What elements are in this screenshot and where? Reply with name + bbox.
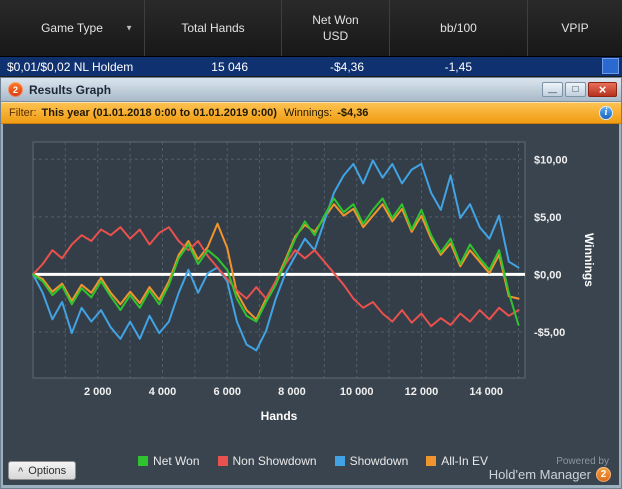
chart-area: $10,00 $5,00 $0,00 -$5,00 2 000 4 000 6 000 8 0…: [3, 124, 619, 485]
legend-label: All-In EV: [441, 454, 488, 468]
brand-badge-label: 2: [600, 469, 607, 480]
brand-line: Hold'em Manager 2: [489, 467, 611, 482]
cell-game-type: $0,01/$0,02 NL Holdem: [7, 59, 134, 74]
column-header-bb100[interactable]: bb/100: [390, 0, 528, 56]
legend-label: Non Showdown: [232, 454, 317, 468]
svg-text:$5,00: $5,00: [534, 212, 562, 224]
svg-text:6 000: 6 000: [213, 386, 241, 398]
svg-text:2 000: 2 000: [84, 386, 112, 398]
column-header-vpip[interactable]: VPIP: [528, 0, 622, 56]
table-row[interactable]: $0,01/$0,02 NL Holdem 15 046 -$4,36 -1,4…: [0, 57, 622, 76]
window-controls: — □ ×: [542, 82, 617, 97]
column-label: Net Won USD: [312, 12, 358, 44]
maximize-icon: □: [572, 83, 579, 95]
svg-text:14 000: 14 000: [469, 386, 503, 398]
legend-item[interactable]: Showdown: [334, 454, 409, 468]
svg-text:8 000: 8 000: [278, 386, 306, 398]
winnings-graph: $10,00 $5,00 $0,00 -$5,00 2 000 4 000 6 000 8 0…: [32, 141, 596, 423]
close-icon: ×: [598, 82, 607, 97]
cell-total-hands: 15 046: [211, 59, 248, 74]
legend-label: Net Won: [153, 454, 200, 468]
options-button[interactable]: ^ Options: [8, 461, 77, 480]
scrollbar-thumb[interactable]: [602, 58, 619, 74]
column-label: Game Type: [41, 21, 103, 35]
column-label: bb/100: [440, 21, 477, 35]
caret-up-icon: ^: [18, 465, 24, 476]
legend-item[interactable]: Non Showdown: [217, 454, 317, 468]
minimize-button[interactable]: —: [542, 82, 563, 97]
legend-swatch-net-won: [138, 456, 149, 466]
column-header-total-hands[interactable]: Total Hands: [145, 0, 282, 56]
winnings-label: Winnings:: [283, 106, 333, 119]
svg-text:Hands: Hands: [261, 409, 298, 423]
hm2-app-icon: 2: [8, 82, 23, 97]
info-icon-glyph: i: [604, 107, 608, 118]
legend-item[interactable]: Net Won: [138, 454, 200, 468]
filter-range-text: This year (01.01.2018 0:00 to 01.01.2019…: [41, 106, 277, 119]
svg-text:10 000: 10 000: [340, 386, 374, 398]
close-button[interactable]: ×: [588, 82, 617, 97]
options-label: Options: [28, 464, 67, 477]
info-icon[interactable]: i: [599, 105, 613, 120]
report-column-headers: Game Type ▼ Total Hands Net Won USD bb/1…: [0, 0, 622, 57]
legend-swatch-non-showdown: [217, 456, 228, 466]
window-titlebar[interactable]: 2 Results Graph — □ ×: [1, 78, 621, 102]
powered-by-block: Powered by Hold'em Manager 2: [489, 456, 611, 482]
filter-bar: Filter: This year (01.01.2018 0:00 to 01…: [1, 102, 621, 124]
svg-text:Winnings: Winnings: [582, 233, 596, 287]
column-header-game-type[interactable]: Game Type ▼: [0, 0, 145, 56]
svg-text:$10,00: $10,00: [534, 154, 568, 166]
svg-text:4 000: 4 000: [149, 386, 177, 398]
column-label-line: USD: [322, 29, 349, 43]
legend-label: Showdown: [349, 454, 409, 468]
maximize-button[interactable]: □: [565, 82, 586, 97]
minimize-icon: —: [548, 86, 557, 97]
column-label: VPIP: [561, 21, 589, 35]
window-title: Results Graph: [29, 82, 112, 97]
legend-swatch-showdown: [334, 456, 345, 466]
brand-name: Hold'em Manager: [488, 467, 591, 482]
results-graph-window: 2 Results Graph — □ × Filter: This year …: [0, 77, 622, 489]
svg-text:-$5,00: -$5,00: [534, 327, 565, 339]
app-icon-label: 2: [12, 84, 18, 95]
hm2-logo-icon: 2: [596, 467, 611, 482]
svg-text:$0,00: $0,00: [534, 269, 562, 281]
svg-text:12 000: 12 000: [405, 386, 439, 398]
powered-by-text: Powered by: [556, 456, 609, 467]
dropdown-icon[interactable]: ▼: [125, 24, 133, 33]
cell-net-won: -$4,36: [329, 59, 364, 74]
legend-item[interactable]: All-In EV: [426, 454, 488, 468]
column-label-line: Net Won: [312, 12, 359, 27]
filter-label: Filter:: [9, 106, 37, 119]
column-header-net-won-usd[interactable]: Net Won USD: [282, 0, 390, 56]
hm2-screen: Game Type ▼ Total Hands Net Won USD bb/1…: [0, 0, 622, 489]
column-label: Total Hands: [181, 21, 245, 35]
winnings-value: -$4,36: [337, 106, 369, 119]
legend-swatch-all-in-ev: [426, 456, 437, 466]
cell-bb100: -1,45: [444, 59, 472, 74]
